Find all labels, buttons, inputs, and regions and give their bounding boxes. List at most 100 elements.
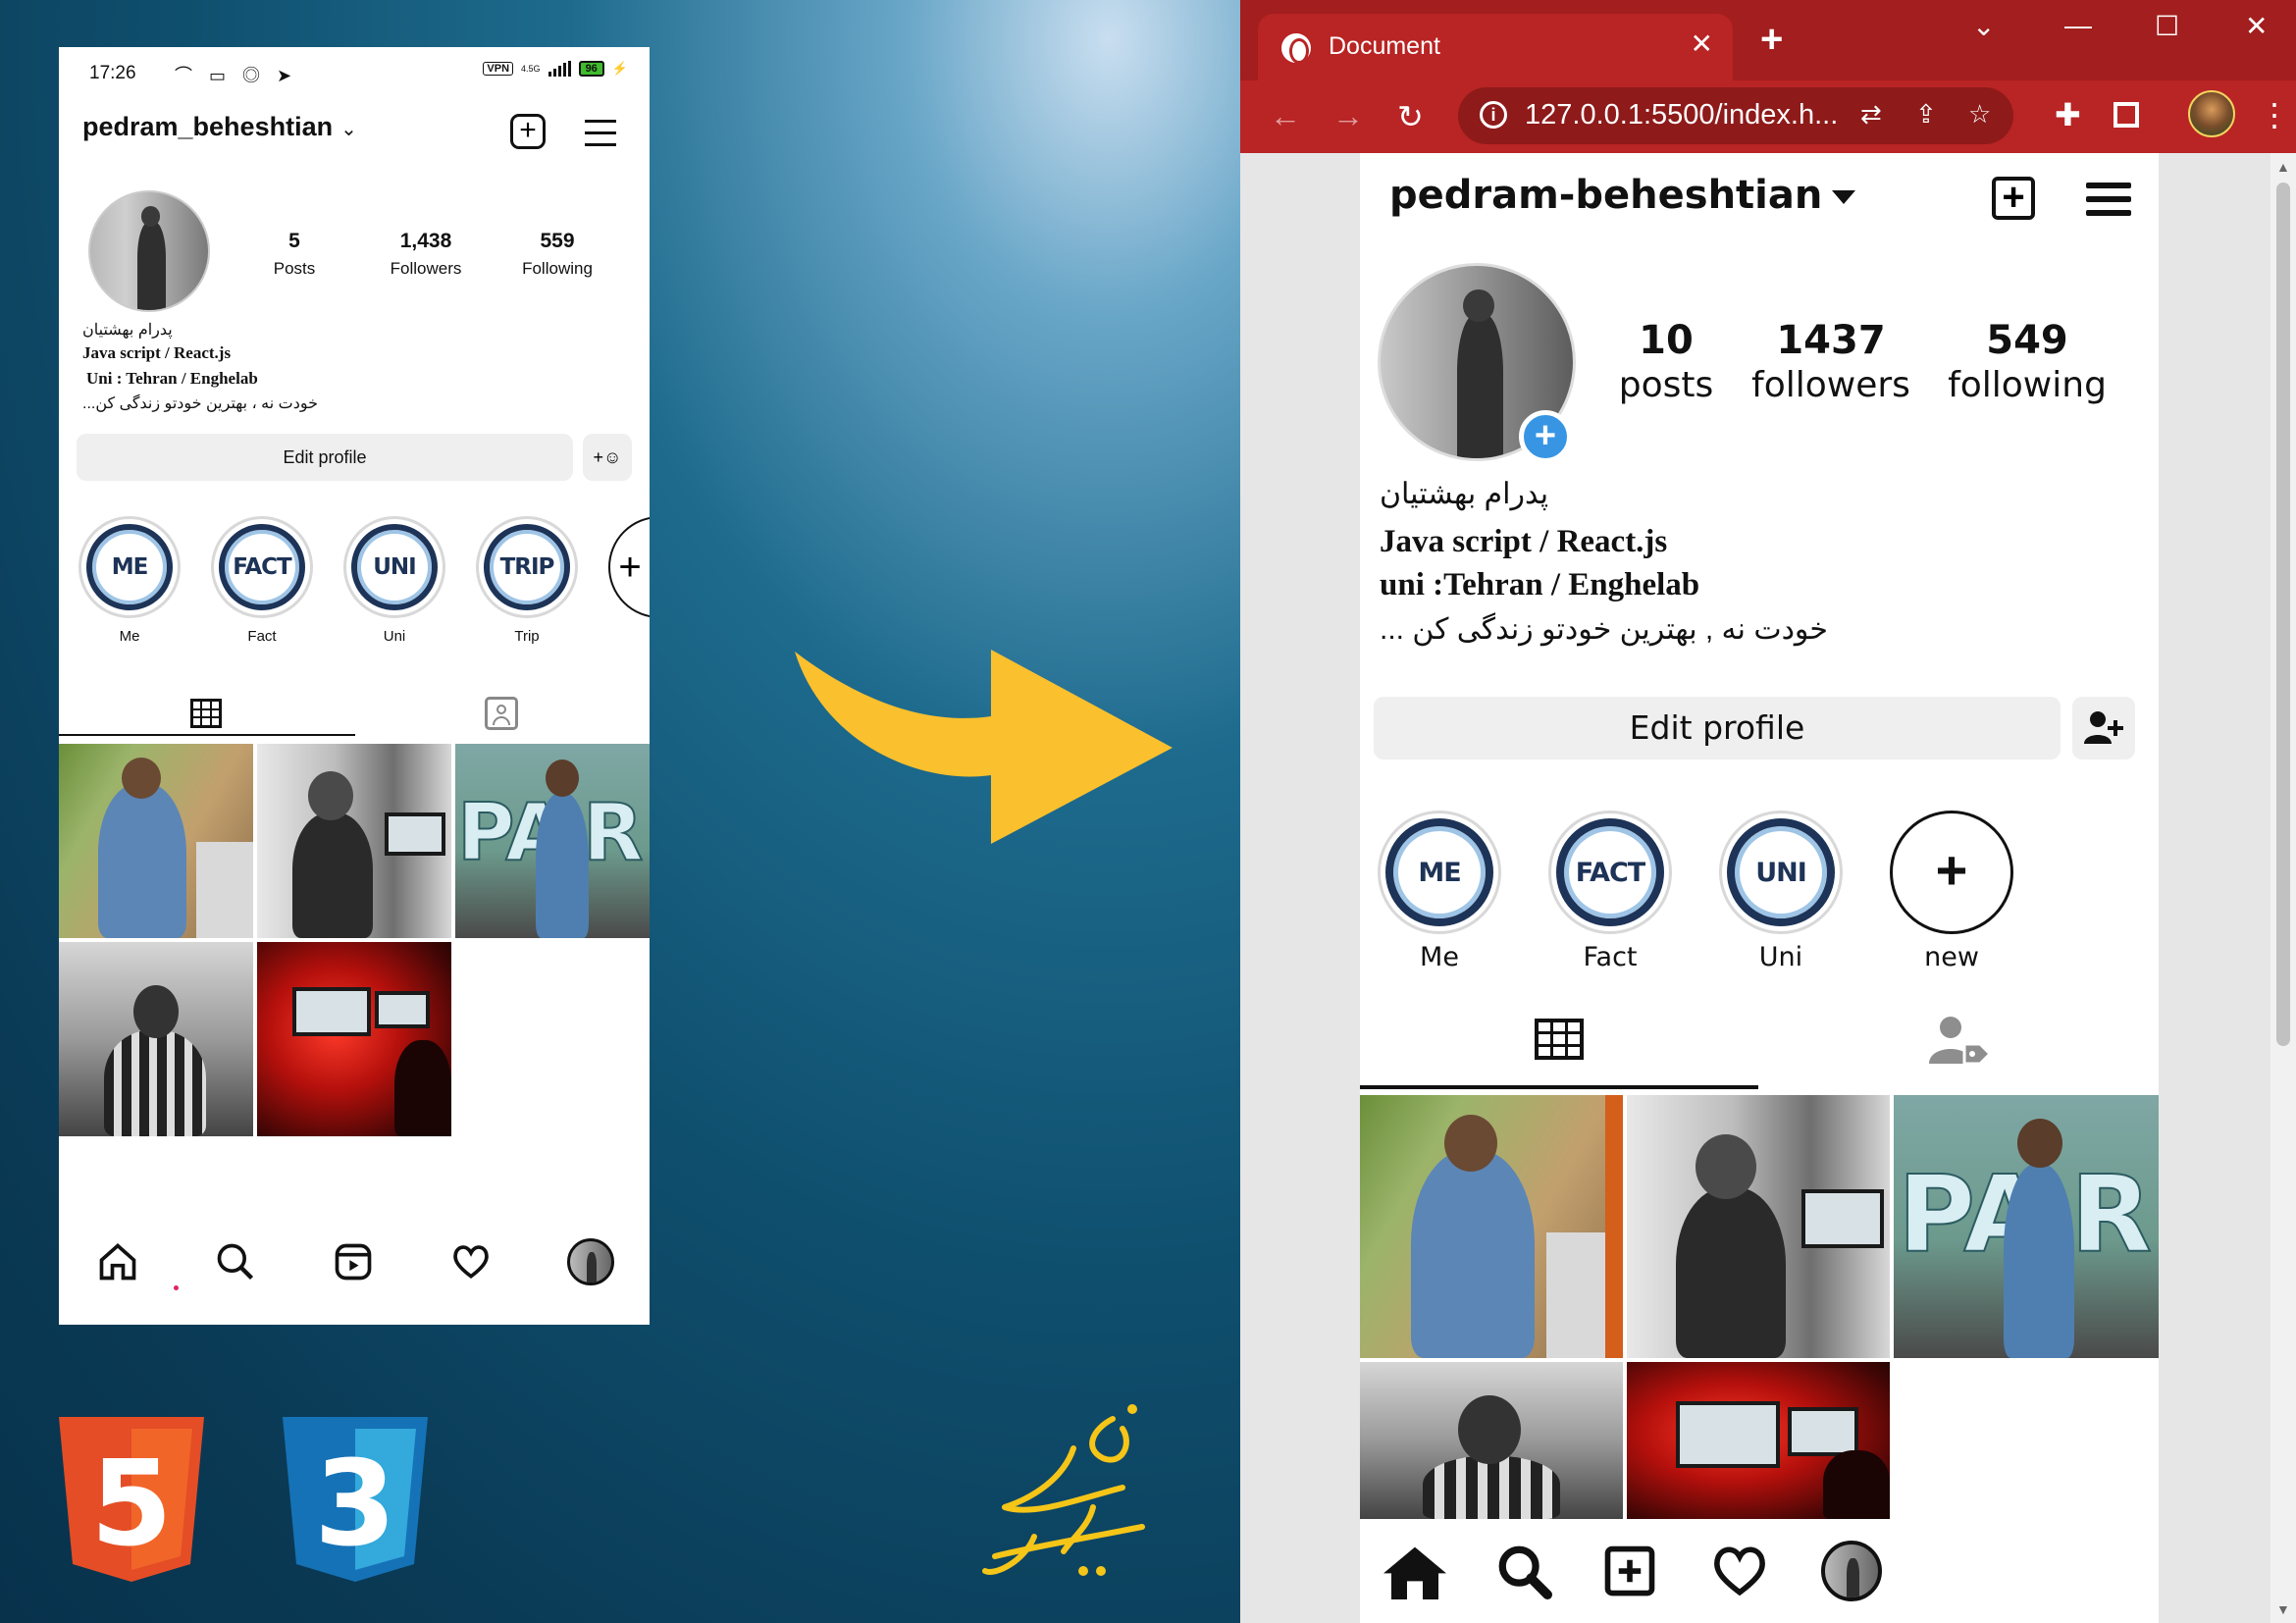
- plus-icon: +: [608, 516, 650, 618]
- side-panel-icon[interactable]: [2113, 102, 2139, 128]
- close-window-icon[interactable]: ✕: [2245, 10, 2268, 42]
- tab-title: Document: [1329, 32, 1440, 60]
- translate-icon[interactable]: ⇄: [1860, 99, 1882, 130]
- tagged-user-icon[interactable]: [1929, 1015, 1992, 1066]
- stat-following[interactable]: 549 following: [1929, 318, 2125, 405]
- home-icon[interactable]: [96, 1240, 139, 1283]
- scroll-down-icon[interactable]: ▼: [2276, 1601, 2290, 1617]
- browser-tab[interactable]: Document ✕: [1258, 14, 1733, 80]
- highlight-fact[interactable]: FACT Fact: [211, 516, 313, 645]
- minimize-icon[interactable]: —: [2064, 10, 2092, 41]
- post-thumbnail[interactable]: PA R: [1894, 1095, 2159, 1358]
- profile-avatar[interactable]: [1821, 1541, 1882, 1601]
- add-post-icon[interactable]: [1603, 1544, 1656, 1597]
- highlight-badge: FACT: [219, 524, 305, 610]
- bookmark-star-icon[interactable]: ☆: [1968, 99, 1991, 130]
- caret-down-icon: [1832, 190, 1856, 204]
- new-post-icon[interactable]: +: [1992, 177, 2035, 220]
- grid-icon[interactable]: [190, 699, 222, 728]
- post-thumbnail[interactable]: [257, 744, 451, 938]
- post-thumbnail[interactable]: [59, 942, 253, 1136]
- status-right: VPN 4.5G 96 ⚡: [483, 61, 628, 77]
- active-dot: [174, 1285, 179, 1290]
- bottom-navigation: [59, 1219, 650, 1307]
- css3-logo-digit: 3: [314, 1437, 396, 1573]
- home-icon[interactable]: [1383, 1544, 1446, 1599]
- address-bar[interactable]: i 127.0.0.1:5500/index.h... ⇄ ⇪ ☆: [1458, 87, 2013, 144]
- profile-tabs: [59, 683, 650, 738]
- post-thumbnail[interactable]: [1360, 1095, 1623, 1358]
- highlight-badge: UNI: [351, 524, 438, 610]
- scroll-up-icon[interactable]: ▲: [2276, 159, 2290, 175]
- reels-icon[interactable]: [332, 1240, 375, 1283]
- stat-posts[interactable]: 5 Posts: [231, 230, 358, 279]
- signature-logo: [982, 1404, 1145, 1576]
- edit-profile-button[interactable]: Edit profile: [1374, 697, 2061, 759]
- highlight-trip[interactable]: TRIP Trip: [476, 516, 578, 645]
- browser-profile-avatar[interactable]: [2188, 90, 2235, 137]
- highlight-badge: UNI: [1727, 818, 1835, 926]
- tagged-icon[interactable]: [485, 697, 518, 730]
- highlight-new[interactable]: + N: [608, 516, 650, 645]
- heart-icon[interactable]: [1711, 1544, 1768, 1597]
- html5-logo-icon: 5: [59, 1417, 204, 1582]
- profile-avatar[interactable]: [567, 1238, 614, 1285]
- menu-icon[interactable]: [585, 120, 616, 155]
- add-person-icon[interactable]: +☺: [583, 434, 632, 481]
- post-thumbnail[interactable]: PA R: [455, 744, 650, 938]
- chevron-down-icon: ⌄: [340, 119, 357, 140]
- maximize-icon[interactable]: ☐: [2155, 10, 2179, 42]
- highlight-caption: Fact: [1583, 942, 1638, 972]
- highlight-new[interactable]: + new: [1890, 811, 2013, 972]
- profile-avatar[interactable]: [88, 190, 210, 312]
- phone-screenshot: 17:26 ⌒ ▭ ◎ ➤ VPN 4.5G 96 ⚡ pedram_behes…: [59, 47, 650, 1325]
- post-thumbnail[interactable]: [1360, 1362, 1623, 1519]
- stat-followers[interactable]: 1437 followers: [1733, 318, 1929, 405]
- html5-logo-digit: 5: [90, 1437, 173, 1573]
- post-thumbnail[interactable]: [59, 744, 253, 938]
- highlight-caption: Fact: [247, 628, 277, 645]
- reload-icon[interactable]: ↻: [1397, 98, 1424, 135]
- new-post-icon[interactable]: +: [510, 114, 546, 149]
- post-thumbnail[interactable]: [1627, 1095, 1890, 1358]
- username-switcher[interactable]: pedram-beheshtian: [1389, 173, 1856, 218]
- highlight-me[interactable]: ME Me: [1378, 811, 1501, 972]
- heart-icon[interactable]: [449, 1240, 493, 1283]
- tab-search-chevron-icon[interactable]: ⌄: [1972, 10, 1995, 42]
- scrollbar[interactable]: ▲ ▼: [2270, 153, 2296, 1623]
- site-info-icon[interactable]: i: [1480, 101, 1507, 129]
- add-person-button[interactable]: [2072, 697, 2135, 759]
- back-icon[interactable]: ←: [1270, 98, 1301, 134]
- bio-line-2: uni :Tehran / Enghelab: [1380, 567, 1700, 602]
- url-text: 127.0.0.1:5500/index.h...: [1525, 99, 1839, 131]
- post-thumbnail[interactable]: [257, 942, 451, 1136]
- forward-icon[interactable]: →: [1332, 98, 1364, 134]
- edit-profile-button[interactable]: Edit profile: [77, 434, 573, 481]
- highlight-me[interactable]: ME Me: [78, 516, 181, 645]
- highlight-caption: new: [1924, 942, 1979, 972]
- grid-icon[interactable]: [1535, 1019, 1584, 1060]
- menu-icon[interactable]: [2086, 183, 2131, 224]
- tab-strip: Document ✕ + ⌄ — ☐ ✕: [1240, 0, 2296, 80]
- search-icon[interactable]: [1495, 1543, 1552, 1599]
- status-bar: 17:26 ⌒ ▭ ◎ ➤ VPN 4.5G 96 ⚡: [59, 47, 650, 98]
- add-story-icon[interactable]: +: [1519, 410, 1572, 463]
- highlight-uni[interactable]: UNI Uni: [1719, 811, 1843, 972]
- highlight-fact[interactable]: FACT Fact: [1548, 811, 1672, 972]
- highlight-uni[interactable]: UNI Uni: [343, 516, 445, 645]
- close-tab-icon[interactable]: ✕: [1691, 27, 1713, 60]
- vpn-badge: VPN: [483, 62, 514, 76]
- highlight-badge: ME: [1385, 818, 1493, 926]
- stat-followers[interactable]: 1,438 Followers: [362, 230, 490, 279]
- post-thumbnail[interactable]: [1627, 1362, 1890, 1519]
- scrollbar-thumb[interactable]: [2276, 183, 2290, 1046]
- extensions-icon[interactable]: ✚: [2055, 96, 2081, 133]
- more-menu-icon[interactable]: ⋮: [2259, 96, 2290, 133]
- new-tab-icon[interactable]: +: [1760, 18, 1783, 62]
- stat-following[interactable]: 559 Following: [494, 230, 621, 279]
- share-icon[interactable]: ⇪: [1915, 99, 1937, 130]
- search-icon[interactable]: [214, 1240, 257, 1283]
- bio-line-3: خودت نه ، بهترین خودتو زندگی کن...: [82, 395, 318, 412]
- username-switcher[interactable]: pedram_beheshtian ⌄: [82, 112, 357, 142]
- plus-icon: +: [1890, 811, 2013, 934]
